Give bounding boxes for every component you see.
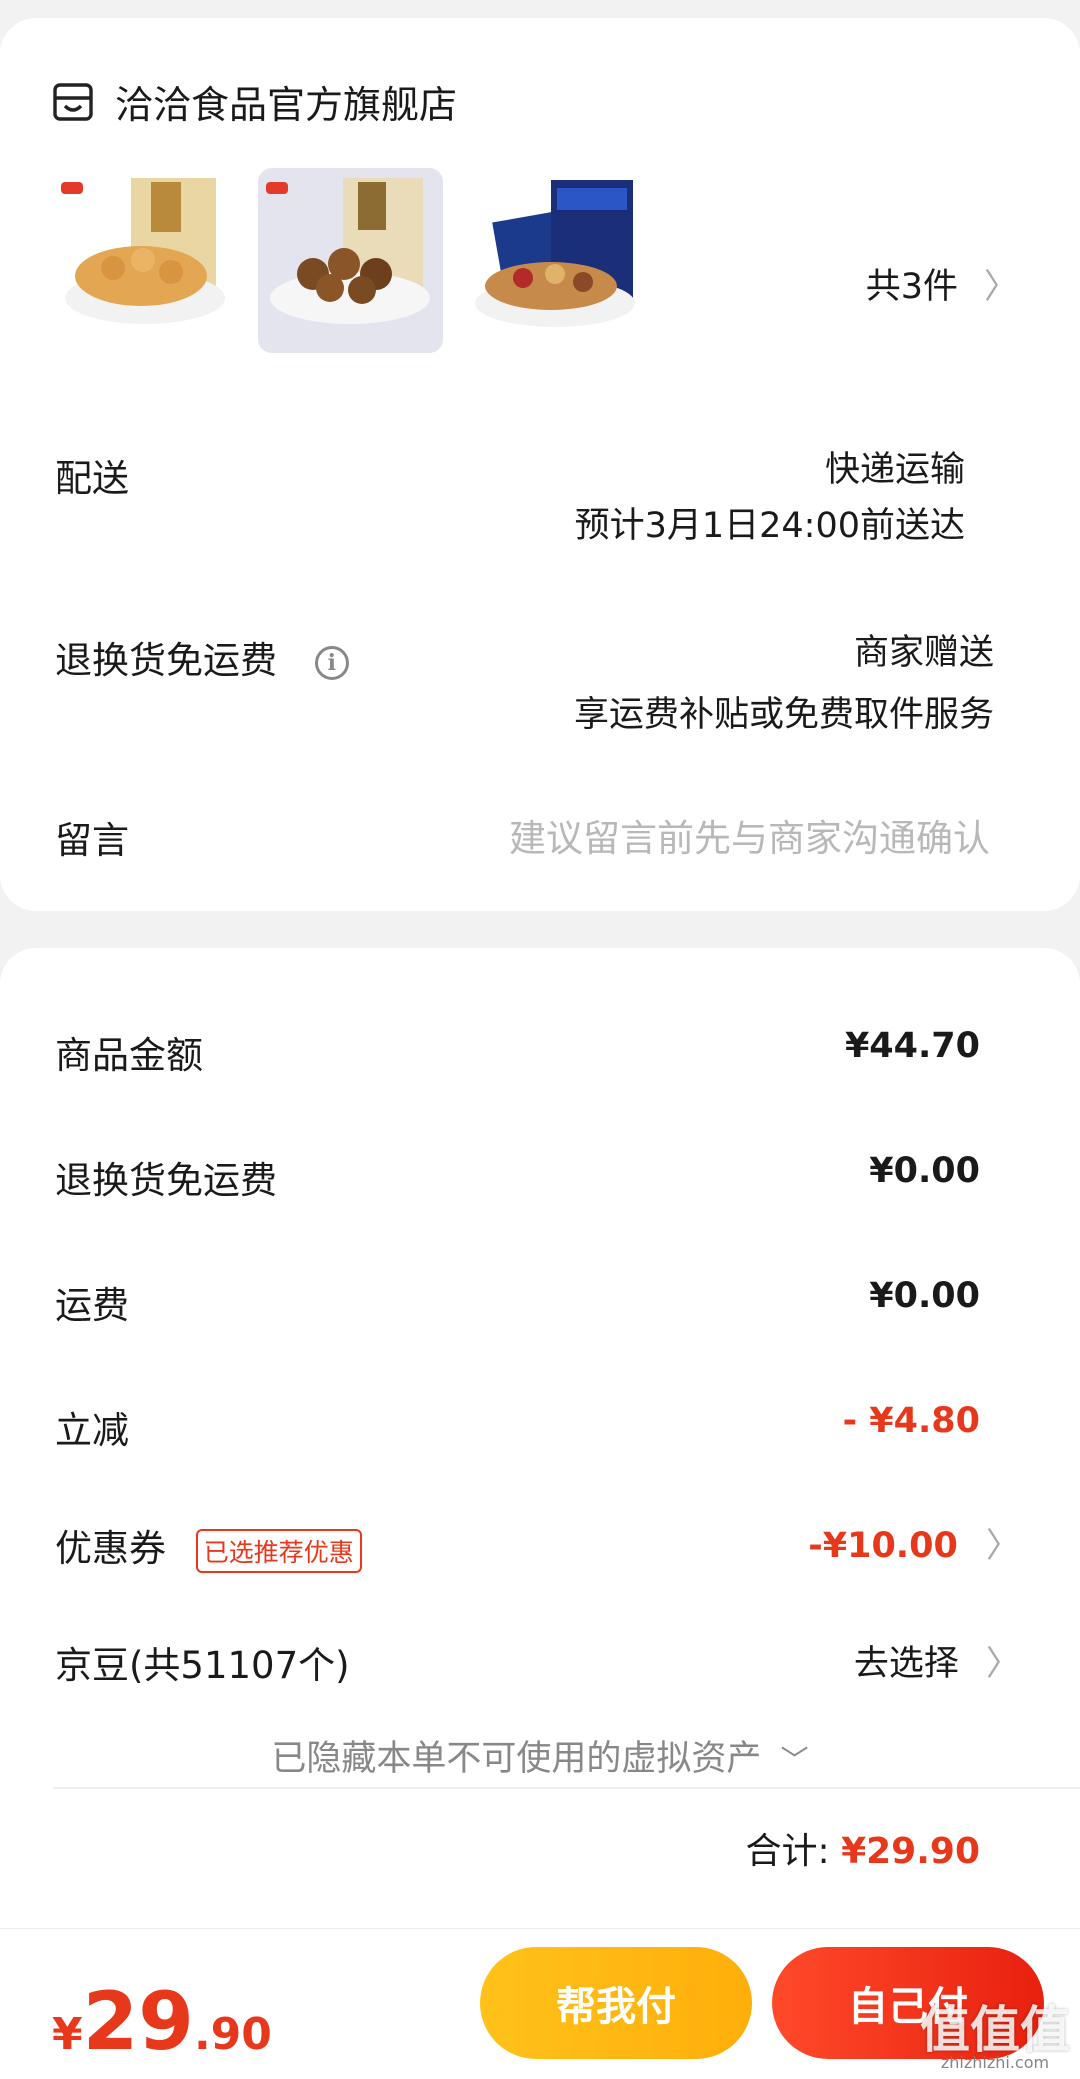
chevron-right-icon: 〉	[986, 1644, 1020, 1684]
delivery-eta: 预计3月1日24:00前送达	[574, 506, 965, 546]
product-thumb-mixed-nuts[interactable]	[463, 168, 648, 353]
return-line2: 享运费补贴或免费取件服务	[573, 695, 994, 735]
hidden-assets-label: 已隐藏本单不可使用的虚拟资产	[271, 1739, 762, 1779]
jingdou-select[interactable]: 去选择 〉	[854, 1635, 1020, 1686]
store-header[interactable]: 洽洽食品官方旗舰店	[53, 74, 457, 129]
info-icon[interactable]: i	[314, 645, 349, 680]
return-fee-value: ¥0.00	[869, 1151, 980, 1191]
product-thumb-macadamia[interactable]	[258, 168, 443, 353]
store-name: 洽洽食品官方旗舰店	[115, 83, 458, 127]
goods-amount-value: ¥44.70	[844, 1026, 980, 1066]
coupon-row-value[interactable]: -¥10.00 〉	[808, 1518, 1020, 1567]
coupon-row-label: 优惠券 已选推荐优惠	[55, 1518, 362, 1573]
price-card	[0, 948, 1080, 2079]
discount-label: 立减	[55, 1409, 129, 1452]
return-line1: 商家赠送	[853, 633, 994, 673]
jingdou-value: 去选择	[853, 1644, 959, 1684]
delivery-label: 配送	[55, 457, 129, 500]
watermark-text: 值值值	[920, 2001, 1070, 2059]
pay-amount: ¥29.90	[52, 1975, 272, 2068]
coupon-value: -¥10.00	[808, 1526, 958, 1566]
jingdou-label: 京豆(共51107个)	[55, 1644, 350, 1687]
item-count-label: 共3件	[865, 267, 958, 307]
return-fee-label: 退换货免运费	[55, 1159, 277, 1202]
divider	[53, 1787, 1080, 1789]
shipping-value: ¥0.00	[869, 1276, 980, 1316]
total-value: ¥29.90	[841, 1831, 980, 1872]
coupon-tag: 已选推荐优惠	[195, 1528, 362, 1573]
delivery-method: 快递运输	[824, 450, 965, 490]
return-label: 退换货免运费	[55, 639, 277, 682]
price-integer: 29	[82, 1975, 194, 2068]
return-info: 商家赠送 享运费补贴或免费取件服务	[574, 622, 994, 746]
note-label: 留言	[55, 819, 129, 862]
hidden-assets-toggle[interactable]: 已隐藏本单不可使用的虚拟资产 〉	[0, 1730, 1080, 1781]
note-input[interactable]: 建议留言前先与商家沟通确认	[509, 808, 990, 862]
store-icon	[53, 82, 93, 122]
discount-value: - ¥4.80	[842, 1401, 980, 1441]
currency-symbol: ¥	[52, 2009, 83, 2060]
item-count[interactable]: 共3件 〉	[866, 258, 1018, 309]
return-label-row: 退换货免运费 i	[55, 630, 349, 684]
goods-amount-label: 商品金额	[55, 1034, 203, 1077]
chevron-right-icon: 〉	[986, 1526, 1020, 1566]
chevron-down-icon: 〉	[776, 1744, 810, 1774]
chevron-right-icon: 〉	[984, 267, 1018, 307]
watermark-logo: 值值值 zhizhizhi.com	[920, 2005, 1070, 2071]
delivery-info[interactable]: 快递运输 预计3月1日24:00前送达	[575, 442, 965, 554]
product-thumb-cashew[interactable]	[53, 168, 238, 353]
store-card: 洽洽食品官方旗舰店 共3件 〉 配送 快递运输 预计3月1日24:00前送达 退…	[0, 18, 1080, 911]
price-decimal: .90	[193, 2009, 272, 2060]
watermark-sub: zhizhizhi.com	[940, 2053, 1050, 2072]
help-pay-button[interactable]: 帮我付	[480, 1947, 752, 2059]
coupon-label: 优惠券	[55, 1527, 166, 1570]
bottom-pay-bar: ¥29.90 帮我付 自己付 值值值 zhizhizhi.com	[0, 1928, 1080, 2079]
total-label: 合计:	[745, 1831, 830, 1872]
shipping-label: 运费	[55, 1284, 129, 1327]
product-thumbnails[interactable]	[53, 168, 668, 353]
total-row: 合计: ¥29.90	[745, 1822, 980, 1874]
